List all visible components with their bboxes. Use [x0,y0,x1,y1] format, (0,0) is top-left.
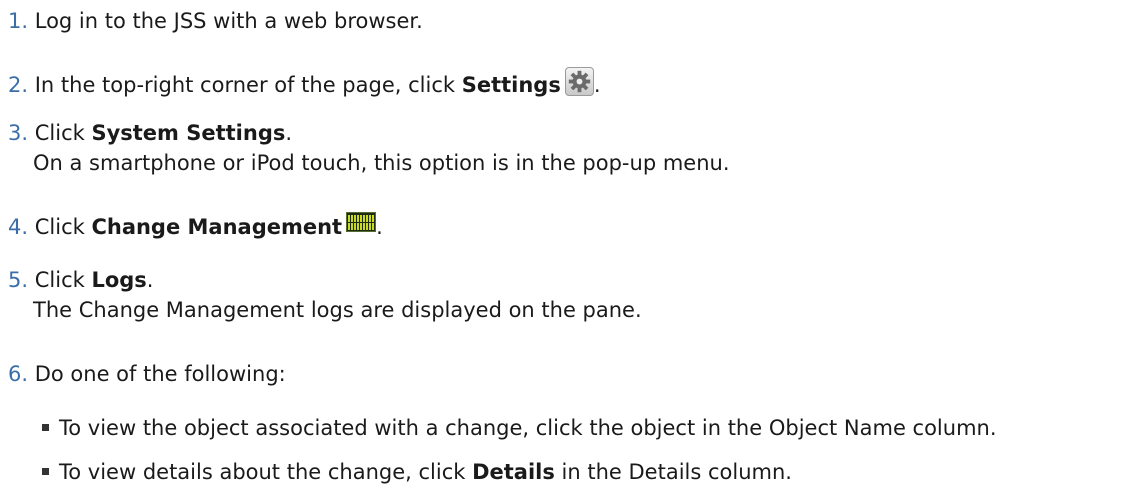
step-6: 6. Do one of the following: [8,359,1147,389]
step-4: 4. Click Change Management. [8,212,1147,242]
ui-term-system-settings: System Settings [91,121,286,145]
change-management-icon [346,212,377,232]
step-text: Click [34,121,92,145]
step-number: 5. [8,268,29,292]
step-number: 3. [8,121,29,145]
list-item: To view details about the change, click … [42,457,792,487]
list-item-text: To view details about the change, click [59,460,473,484]
ui-term-change-management: Change Management [91,215,343,239]
gear-icon [564,67,594,96]
instruction-steps: 1. Log in to the JSS with a web browser.… [0,0,1147,504]
step-text: In the top-right corner of the page, cli… [34,73,462,97]
list-item-text-end: in the Details column. [554,460,792,484]
step-text-end: . [593,73,601,97]
step-text-end: . [146,268,154,292]
step-number: 2. [8,73,29,97]
step-5: 5. Click Logs. The Change Management log… [8,265,1147,325]
list-item-text: To view the object associated with a cha… [59,416,997,440]
step-text-end: . [285,121,293,145]
step-text: Click [34,268,92,292]
list-item: To view the object associated with a cha… [42,413,997,443]
step-2: 2. In the top-right corner of the page, … [8,67,1147,100]
step-text: Log in to the JSS with a web browser. [34,9,423,33]
ui-term-settings: Settings [461,73,561,97]
step-1: 1. Log in to the JSS with a web browser. [8,6,1147,36]
step-number: 6. [8,362,29,386]
step-3: 3. Click System Settings. On a smartphon… [8,118,1147,178]
step-number: 4. [8,215,29,239]
step-note: The Change Management logs are displayed… [33,298,642,322]
step-number: 1. [8,9,29,33]
bullet-icon [42,468,49,475]
ui-term-logs: Logs [91,268,147,292]
step-text: Do one of the following: [34,362,286,386]
step-note: On a smartphone or iPod touch, this opti… [33,151,730,175]
step-text: Click [34,215,92,239]
ui-term-details: Details [472,460,555,484]
bullet-icon [42,424,49,431]
step-text-end: . [376,215,383,239]
